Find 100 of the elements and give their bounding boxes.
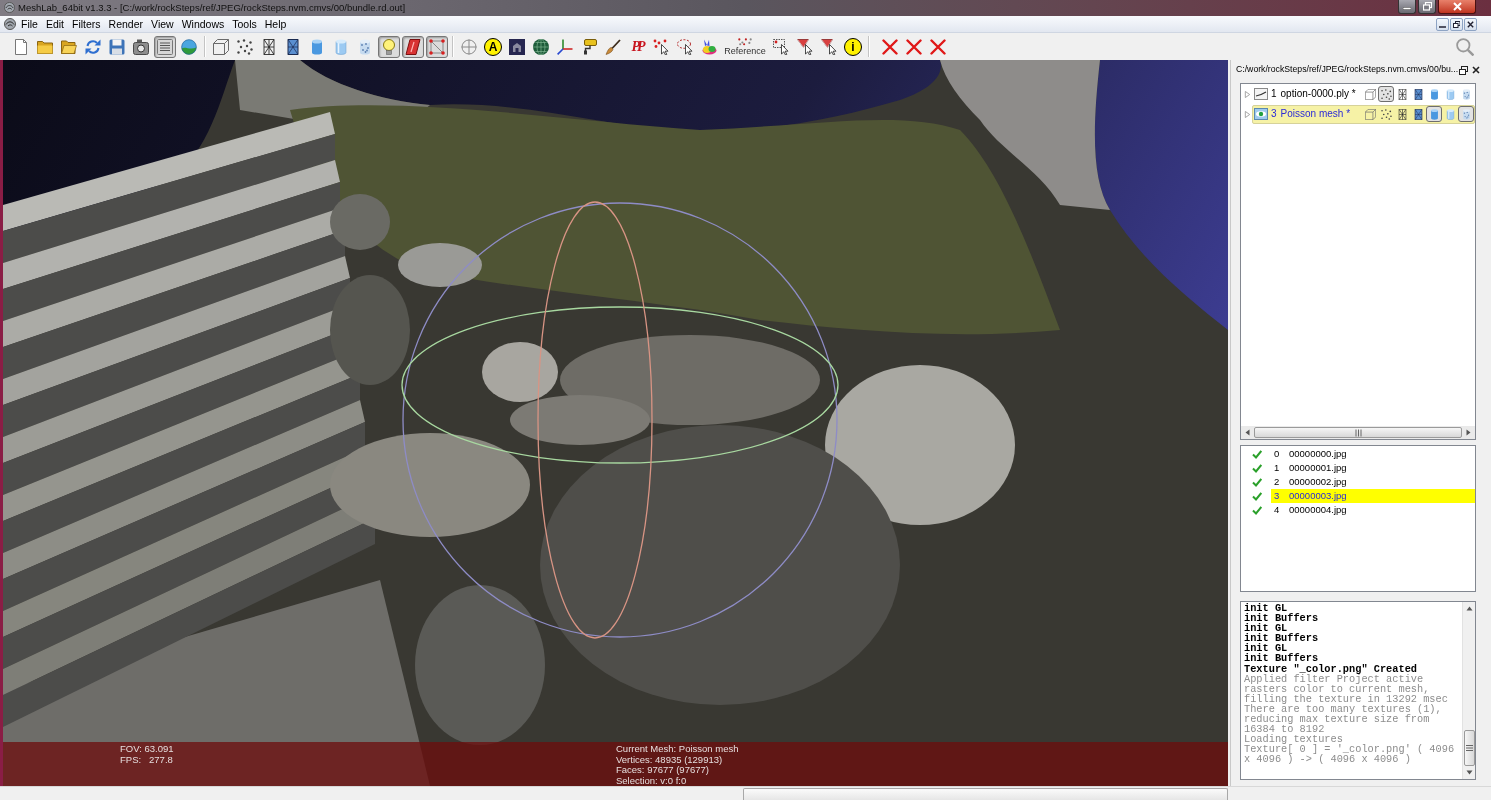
grid-sphere-icon xyxy=(533,38,549,55)
x-mark-icon xyxy=(930,38,946,55)
house-tile-icon xyxy=(509,38,525,55)
log-entry: Loading textures xyxy=(1244,734,1343,745)
shaded-mesh-icon xyxy=(1412,88,1424,100)
float-icon xyxy=(1458,65,1468,75)
textured-cylinder-icon xyxy=(1460,108,1472,120)
log-entry: init GL xyxy=(1244,603,1288,614)
cylinder-icon xyxy=(1428,108,1440,120)
raster-name[interactable]: 00000003.jpg xyxy=(1289,490,1347,502)
back-face-button[interactable] xyxy=(402,35,424,58)
cube-outline-icon xyxy=(213,38,229,55)
axes-icon xyxy=(557,38,573,55)
menu-item[interactable]: Render xyxy=(104,16,148,32)
mesh-cursor-icon xyxy=(821,38,837,55)
folder-icon xyxy=(37,38,53,55)
menu-item[interactable]: Windows xyxy=(177,16,229,32)
horizontal-scrollbar[interactable] xyxy=(1241,426,1475,439)
info-button[interactable]: i xyxy=(844,37,862,56)
minimize-button[interactable] xyxy=(1398,0,1416,14)
float-button[interactable] xyxy=(1458,64,1469,76)
vertex-dots-button[interactable] xyxy=(426,35,448,58)
restore-icon xyxy=(1422,2,1432,11)
scrollbar-thumb[interactable] xyxy=(1254,427,1462,438)
minimize-icon xyxy=(1403,7,1411,10)
search-icon xyxy=(1456,37,1474,56)
shaded-mesh-icon xyxy=(1412,108,1424,120)
wireframe-icon xyxy=(1396,108,1408,120)
info-text: FPS: 277.8 xyxy=(120,754,173,765)
info-text: Selection: v:0 f:0 xyxy=(616,775,687,786)
layer-index: 1 xyxy=(1271,88,1277,100)
window-title: MeshLab_64bit v1.3.3 - [C:/work/rockSteps/ref/JPEG/rockSteps.nvm.cmvs/00/bundle.rd.out] xyxy=(18,1,406,15)
flat-button[interactable] xyxy=(1426,106,1442,122)
annotation-button[interactable]: A xyxy=(484,37,502,56)
camera-icon xyxy=(133,38,149,55)
globe-icon xyxy=(181,38,197,55)
menu-item[interactable]: View xyxy=(147,16,178,32)
reference-button[interactable]: Reference xyxy=(722,34,768,59)
info-text: FOV: 63.091 xyxy=(120,744,174,755)
grip-icon xyxy=(1465,744,1473,752)
raster-name[interactable]: 00000000.jpg xyxy=(1289,448,1347,460)
letter-logo-button[interactable]: PP xyxy=(626,35,648,58)
cube-outline-icon xyxy=(1364,88,1376,100)
close-button[interactable] xyxy=(1438,0,1476,14)
mdi-minimize-button[interactable] xyxy=(1436,17,1449,31)
texture-button[interactable] xyxy=(1458,106,1474,122)
scroll-right-arrow-icon xyxy=(1466,429,1471,436)
shaded-mesh-icon xyxy=(285,38,301,55)
menu-item[interactable]: Edit xyxy=(41,16,68,32)
menu-item[interactable]: Tools xyxy=(228,16,261,32)
rect-cursor-icon xyxy=(773,38,789,55)
grip-icon xyxy=(1354,428,1362,437)
light-button[interactable] xyxy=(378,35,400,58)
open-folder-icon xyxy=(61,38,77,55)
points-cursor-icon xyxy=(653,38,669,55)
mdi-close-button[interactable] xyxy=(1464,17,1477,31)
refresh-icon xyxy=(85,38,101,55)
layer-name[interactable]: Poisson mesh * xyxy=(1280,108,1351,120)
paintbrush-icon xyxy=(605,38,621,55)
x-mark-icon xyxy=(906,38,922,55)
lasso-cursor-icon xyxy=(677,38,693,55)
app-logo-icon xyxy=(4,2,15,13)
bounding-box-button[interactable] xyxy=(1362,86,1378,102)
restore-button[interactable] xyxy=(1418,0,1436,14)
layers-button[interactable] xyxy=(154,35,176,58)
menu-item[interactable]: Help xyxy=(260,16,291,32)
log-entry: Texture "_color.png" Created xyxy=(1244,663,1418,674)
textured-cylinder-icon xyxy=(357,38,373,55)
cylinder-icon xyxy=(1428,88,1440,100)
layer-index: 3 xyxy=(1271,108,1277,120)
mdi-restore-button[interactable] xyxy=(1450,17,1463,31)
points-button[interactable] xyxy=(1378,106,1394,122)
scroll-down-arrow-icon xyxy=(1465,770,1473,775)
bounding-box-button[interactable] xyxy=(1362,106,1378,122)
raster-index: 4 xyxy=(1273,504,1281,516)
log-entry: Applied filter Project active rasters color to current mesh, filling the texture in 13292 msec xyxy=(1244,673,1449,704)
vertical-scrollbar[interactable] xyxy=(1462,602,1475,779)
raster-name[interactable]: 00000001.jpg xyxy=(1289,462,1347,474)
reference-dots-icon xyxy=(738,37,752,46)
points-button[interactable] xyxy=(1378,86,1394,102)
menu-item[interactable]: File xyxy=(17,16,42,32)
smooth-cylinder-icon xyxy=(1444,88,1456,100)
lightbulb-icon xyxy=(381,38,397,55)
raster-name[interactable]: 00000002.jpg xyxy=(1289,476,1347,488)
scrollbar-thumb[interactable] xyxy=(1463,730,1475,766)
cylinder-icon xyxy=(309,38,325,55)
log-entry: init Buffers xyxy=(1244,613,1320,624)
x-mark-icon xyxy=(882,38,898,55)
dots-icon xyxy=(1380,88,1392,100)
raster-name[interactable]: 00000004.jpg xyxy=(1289,504,1347,516)
raster-index: 3 xyxy=(1273,490,1281,502)
menu-item[interactable]: Filters xyxy=(68,16,105,32)
smooth-cylinder-icon xyxy=(333,38,349,55)
mesh-cursor-icon xyxy=(797,38,813,55)
textured-cylinder-icon xyxy=(1460,88,1472,100)
dock-close-button[interactable] xyxy=(1471,64,1481,76)
layer-name[interactable]: option-0000.ply * xyxy=(1280,88,1356,100)
paint-roller-icon xyxy=(581,38,597,55)
dock-title: C:/work/rockSteps/ref/JPEG/rockSteps.nvm.cmvs/00/bu... xyxy=(1236,63,1459,77)
window-close-icon xyxy=(1452,2,1462,11)
